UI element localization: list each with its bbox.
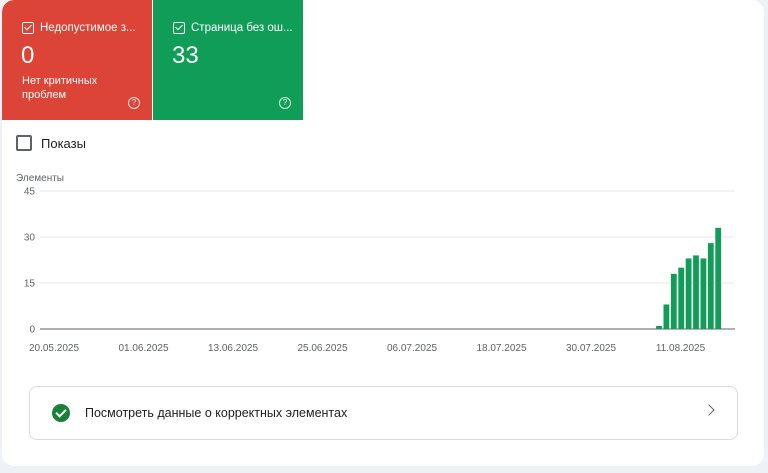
bar [685,258,692,329]
bar [700,258,707,329]
checkbox-checked-icon[interactable] [173,22,185,34]
checkbox-unchecked-icon[interactable] [16,135,32,151]
tile-invalid-header: Недопустимое з... [22,22,136,34]
x-tick-label: 01.06.2025 [118,343,168,354]
checkbox-checked-icon[interactable] [22,22,34,34]
y-tick-label: 45 [24,187,36,198]
shows-toggle[interactable]: Показы [16,135,86,151]
tile-valid-header: Страница без ош... [173,22,293,34]
tile-invalid-subtitle: Нет критичных проблем [22,75,98,101]
elements-chart: Элементы 0 15 30 45 20.05.2025 01.06.2025 13.06… [16,173,735,354]
x-tick-label: 30.07.2025 [566,343,616,354]
bar [670,273,677,329]
view-correct-elements-label: Посмотреть данные о корректных элементах [85,406,348,420]
x-tick-label: 11.08.2025 [656,343,706,354]
help-icon[interactable]: ? [128,97,140,109]
y-axis-label: Элементы [16,173,64,184]
x-tick-label: 06.07.2025 [387,343,437,354]
shows-label: Показы [41,135,86,151]
x-tick-label: 25.06.2025 [297,343,347,354]
x-tick-label: 13.06.2025 [208,343,258,354]
x-tick-label: 18.07.2025 [476,343,526,354]
bar [663,304,670,329]
y-tick-label: 0 [29,325,35,336]
help-icon[interactable]: ? [279,97,291,109]
bar [707,243,714,329]
tile-valid-value: 33 [172,42,199,69]
bar [656,325,662,329]
tile-invalid[interactable]: Недопустимое з... 0 Нет критичных пробле… [2,0,152,120]
y-tick-label: 15 [24,279,36,290]
bar [693,255,699,329]
chevron-right-icon [703,404,715,416]
tile-valid[interactable]: Страница без ош... 33 ? [153,0,303,120]
view-correct-elements-button[interactable]: Посмотреть данные о корректных элементах [29,386,738,440]
bar [678,267,685,329]
tile-invalid-value: 0 [21,42,35,69]
tile-valid-title: Страница без ош... [191,22,293,34]
y-tick-label: 30 [24,233,36,244]
report-card: Недопустимое з... 0 Нет критичных пробле… [2,0,764,466]
x-tick-label: 20.05.2025 [29,343,79,354]
tile-invalid-title: Недопустимое з... [40,22,136,34]
check-circle-icon [52,404,70,422]
bar [715,227,722,329]
